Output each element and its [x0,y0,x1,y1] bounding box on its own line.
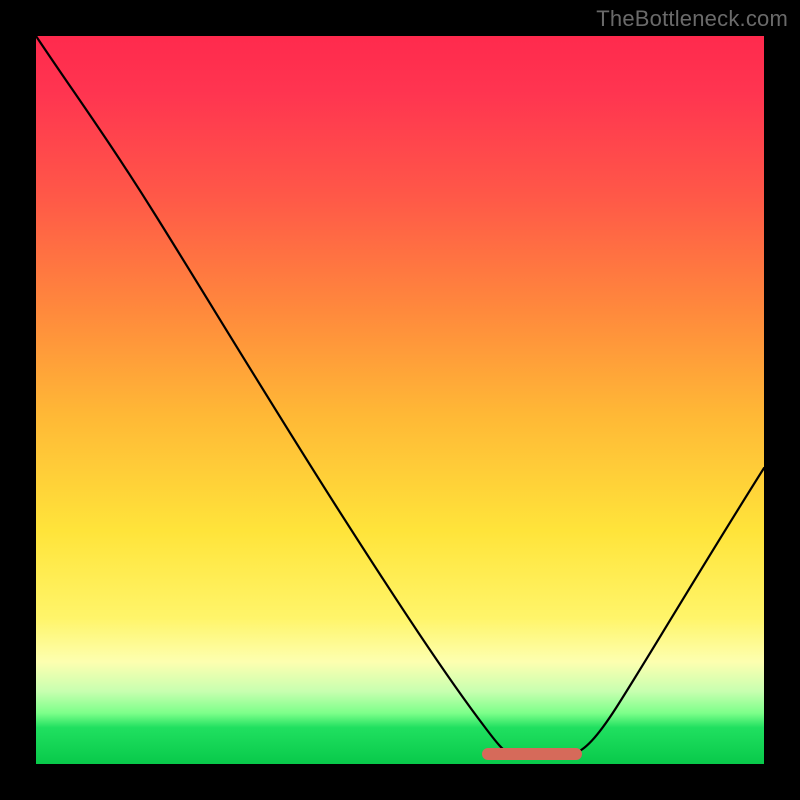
watermark-text: TheBottleneck.com [596,6,788,32]
chart-plot-area [36,36,764,764]
chart-frame: TheBottleneck.com [0,0,800,800]
bottleneck-curve-path [36,36,764,754]
chart-svg [36,36,764,764]
